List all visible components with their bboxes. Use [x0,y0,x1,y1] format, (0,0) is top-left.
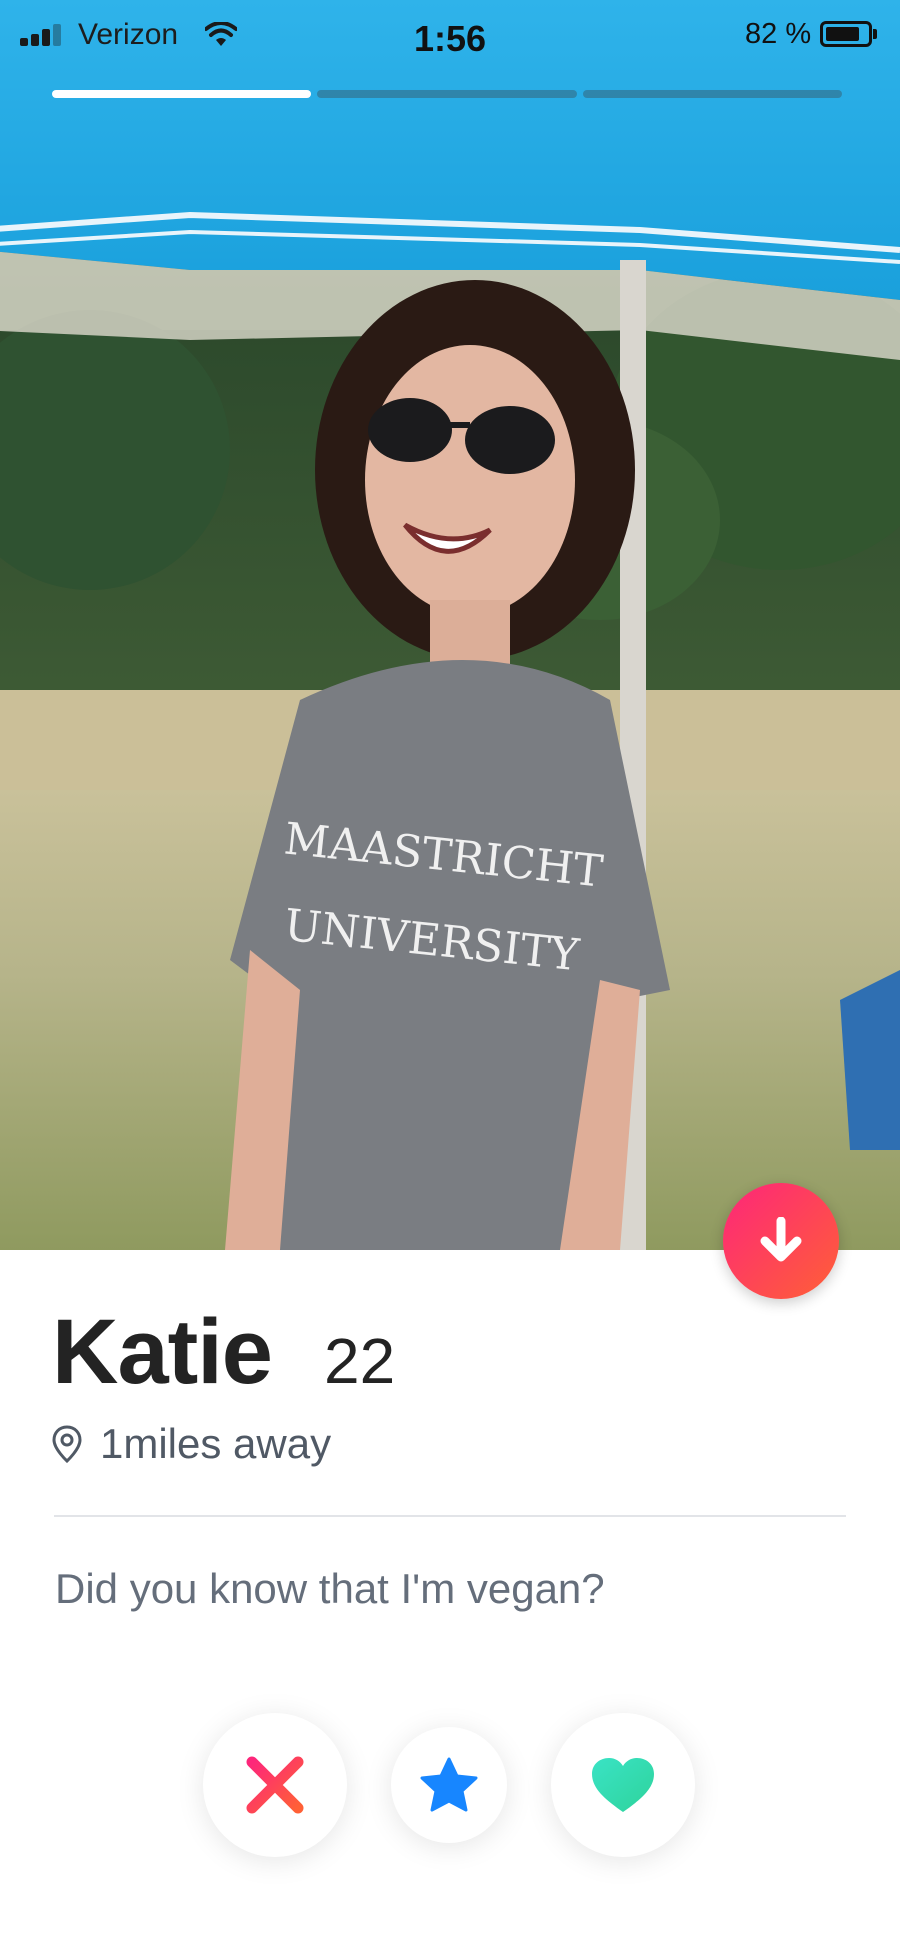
photo-progress-segment[interactable] [52,90,312,98]
battery-icon [820,21,872,47]
photo-progress-segment[interactable] [582,90,842,98]
super-like-button[interactable] [391,1727,507,1843]
nope-button[interactable] [203,1713,347,1857]
battery-level-fill [826,27,859,41]
location-pin-icon [52,1425,82,1463]
collapse-profile-button[interactable] [723,1183,839,1299]
profile-photo-illustration: MAASTRICHT UNIVERSITY [0,0,900,1250]
profile-header: Katie 22 [52,1300,395,1405]
photo-progress-bar [52,90,842,98]
profile-bio: Did you know that I'm vegan? [55,1565,605,1612]
battery-percent: 82 % [745,18,812,50]
status-bar: Verizon 1:56 82 % [0,0,900,80]
distance-text: 1miles away [100,1420,332,1467]
divider [54,1515,846,1517]
distance-row: 1miles away [52,1420,331,1468]
heart-icon [592,1758,654,1812]
photo-progress-segment[interactable] [317,90,577,98]
profile-photo[interactable]: MAASTRICHT UNIVERSITY [0,0,900,1250]
profile-name: Katie [52,1301,273,1403]
like-button[interactable] [551,1713,695,1857]
profile-age: 22 [323,1325,396,1397]
star-icon [420,1757,478,1812]
battery-cap [873,29,877,39]
arrow-down-icon [760,1217,802,1262]
close-x-icon [246,1756,304,1814]
